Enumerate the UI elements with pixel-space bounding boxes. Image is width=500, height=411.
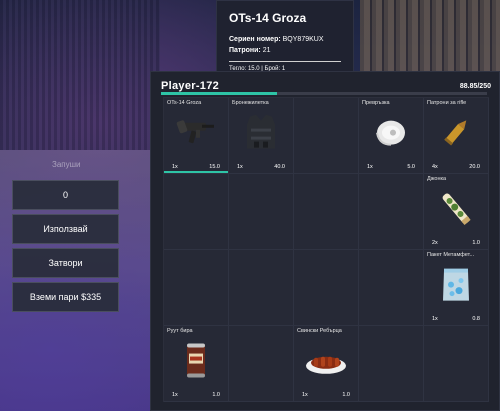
inventory-slot[interactable]: Превръзка 1x 5.0 xyxy=(359,98,424,174)
inventory-slot[interactable]: Бронежилетка 1x 40.0 xyxy=(229,98,294,174)
item-tooltip: OTs-14 Groza Сериен номер: BQY879KUX Пат… xyxy=(216,0,354,76)
bandage-icon xyxy=(373,114,409,155)
background-building xyxy=(0,0,160,150)
slot-quantity: 1x xyxy=(302,392,308,398)
slot-quantity: 1x xyxy=(237,164,243,170)
inventory-slot[interactable]: Руут бира 1x 1.0 xyxy=(164,326,229,402)
inventory-slot-empty[interactable] xyxy=(229,326,294,402)
slot-weight: 1.0 xyxy=(212,392,220,398)
slot-label: Превръзка xyxy=(362,100,390,106)
slot-weight: 5.0 xyxy=(407,164,415,170)
slot-weight: 20.0 xyxy=(469,164,480,170)
close-button[interactable]: Затвори xyxy=(12,248,119,278)
can-icon xyxy=(184,339,208,386)
inventory-slot[interactable]: Джонка 2x 1.0 xyxy=(424,174,489,250)
tooltip-serial-value: BQY879KUX xyxy=(282,36,324,43)
tooltip-ammo-label: Патрони: xyxy=(229,47,261,54)
slot-durability-bar xyxy=(164,171,228,173)
slot-label: Бронежилетка xyxy=(232,100,269,106)
meth-bag-icon xyxy=(439,264,473,309)
tooltip-title: OTs-14 Groza xyxy=(229,11,307,25)
inventory-slot-empty[interactable] xyxy=(294,174,359,250)
background-label: Запуши xyxy=(52,160,81,169)
slot-quantity: 4x xyxy=(432,164,438,170)
amount-input[interactable]: 0 xyxy=(12,180,119,210)
slot-label: Патрони за rifle xyxy=(427,100,467,106)
slot-weight: 0.8 xyxy=(472,316,480,322)
slot-quantity: 1x xyxy=(432,316,438,322)
slot-label: Джонка xyxy=(427,176,447,182)
tooltip-serial-label: Сериен номер: xyxy=(229,36,281,43)
tooltip-ammo-value: 21 xyxy=(262,47,271,54)
inventory-slot-empty[interactable] xyxy=(424,326,489,402)
inventory-slot-empty[interactable] xyxy=(229,250,294,326)
slot-label: Руут бира xyxy=(167,328,193,334)
inventory-slot-empty[interactable] xyxy=(164,250,229,326)
joint-icon xyxy=(439,188,473,233)
slot-quantity: 2x xyxy=(432,240,438,246)
slot-weight: 1.0 xyxy=(472,240,480,246)
weight-bar-fill xyxy=(161,92,277,95)
slot-label: Свински Ребърца xyxy=(297,328,342,334)
tooltip-ammo: Патрони: 21 xyxy=(229,45,341,56)
slot-quantity: 1x xyxy=(172,164,178,170)
slot-label: OTs-14 Groza xyxy=(167,100,202,106)
inventory-slot-empty[interactable] xyxy=(359,174,424,250)
slot-quantity: 1x xyxy=(172,392,178,398)
tooltip-divider xyxy=(229,61,341,62)
inventory-header: Player-172 88.85/250 xyxy=(151,72,499,95)
slot-weight: 1.0 xyxy=(342,392,350,398)
inventory-slot-empty[interactable] xyxy=(294,98,359,174)
slot-weight: 15.0 xyxy=(209,164,220,170)
inventory-slot-empty[interactable] xyxy=(359,250,424,326)
take-money-button[interactable]: Вземи пари $335 xyxy=(12,282,119,312)
slot-label: Пакет Метамфет... xyxy=(427,252,475,258)
weight-bar xyxy=(161,92,487,95)
slot-quantity: 1x xyxy=(367,164,373,170)
inventory-slot[interactable]: Патрони за rifle 4x 20.0 xyxy=(424,98,489,174)
inventory-slot[interactable]: OTs-14 Groza 1x 15.0 xyxy=(164,98,229,174)
inventory-slot-empty[interactable] xyxy=(229,174,294,250)
use-button[interactable]: Използвай xyxy=(12,214,119,244)
ribs-icon xyxy=(304,345,348,380)
inventory-slot[interactable]: Свински Ребърца 1x 1.0 xyxy=(294,326,359,402)
rifle-icon xyxy=(176,116,216,153)
inventory-slot-empty[interactable] xyxy=(359,326,424,402)
slot-weight: 40.0 xyxy=(274,164,285,170)
inventory-panel: Player-172 88.85/250 OTs-14 Groza 1x 15.0 Б… xyxy=(150,71,500,411)
vest-icon xyxy=(242,112,280,157)
inventory-weight: 88.85/250 xyxy=(459,83,491,90)
inventory-slot-empty[interactable] xyxy=(164,174,229,250)
inventory-slot-empty[interactable] xyxy=(294,250,359,326)
action-panel: 0 Използвай Затвори Вземи пари $335 xyxy=(12,180,119,316)
bullet-icon xyxy=(439,114,473,155)
inventory-slot[interactable]: Пакет Метамфет... 1x 0.8 xyxy=(424,250,489,326)
inventory-grid: OTs-14 Groza 1x 15.0 Бронежилетка 1x 40.0 Прев… xyxy=(163,97,489,402)
player-name: Player-172 xyxy=(161,80,220,92)
tooltip-serial: Сериен номер: BQY879KUX xyxy=(229,34,341,45)
background-fence xyxy=(360,0,500,80)
